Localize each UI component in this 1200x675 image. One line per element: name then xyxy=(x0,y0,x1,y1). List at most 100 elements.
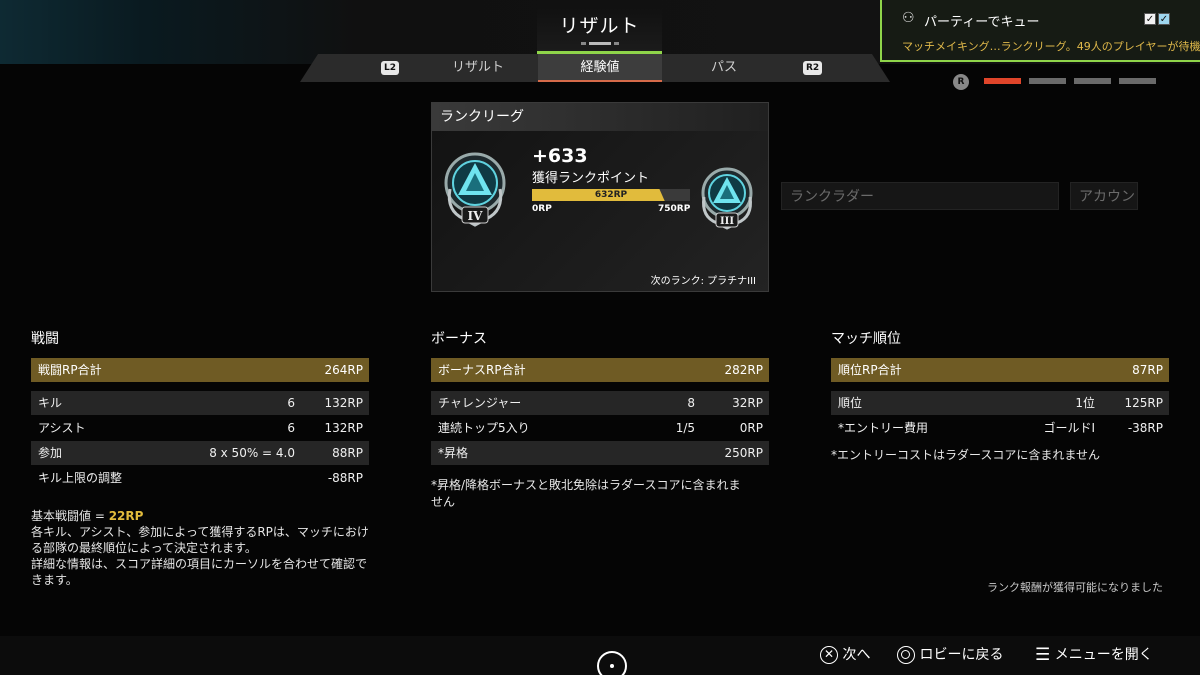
row-mid: 8 xyxy=(687,396,695,410)
rank-league-card[interactable]: ランクリーグ IV +633 獲得ランクポイント 632RP 0RP 750RP… xyxy=(431,102,769,292)
rank-progress-value: 632RP xyxy=(594,190,628,200)
tab-bar: L2 リザルト 経験値 パス R2 xyxy=(300,54,890,82)
combat-section: 戦闘 戦闘RP合計 264RP キル 6 132RP アシスト 6 132RP … xyxy=(31,328,369,490)
rank-badge-current-icon: IV xyxy=(444,152,506,227)
table-row[interactable]: 連続トップ5入り 1/5 0RP xyxy=(431,416,769,440)
row-value: 32RP xyxy=(732,396,763,410)
row-label: チャレンジャー xyxy=(438,396,522,410)
placement-total-value: 87RP xyxy=(1132,363,1163,377)
open-menu-button[interactable]: ☰ メニューを開く xyxy=(1035,645,1153,665)
row-value: 88RP xyxy=(332,446,363,460)
row-value: 125RP xyxy=(1124,396,1163,410)
table-row[interactable]: 順位 1位 125RP xyxy=(831,391,1169,415)
title-dash-center xyxy=(589,42,611,45)
pager-dot-3[interactable] xyxy=(1074,78,1111,84)
row-mid: ゴールドI xyxy=(1043,421,1095,435)
placement-title: マッチ順位 xyxy=(831,331,901,347)
combat-total-value: 264RP xyxy=(324,363,363,377)
next-tier-label: III xyxy=(720,216,734,227)
row-value: 250RP xyxy=(724,446,763,460)
l2-button-icon[interactable]: L2 xyxy=(381,61,399,75)
current-tier-label: IV xyxy=(468,209,484,223)
base-combat-label: 基本戦闘値 = xyxy=(31,509,109,523)
combat-desc-2: 詳細な情報は、スコア詳細の項目にカーソルを合わせて確認できます。 xyxy=(31,557,368,587)
tab-experience[interactable]: 経験値 xyxy=(538,54,662,82)
circle-button-icon xyxy=(897,646,915,664)
row-label: 参加 xyxy=(38,446,63,460)
account-panel[interactable]: アカウント xyxy=(1070,182,1138,210)
party-status: マッチメイキング…ランクリーグ。49人のプレイヤーが待機中 xyxy=(902,40,1200,53)
row-label: アシスト xyxy=(38,421,86,435)
return-lobby-label: ロビーに戻る xyxy=(919,647,1004,663)
combat-total-label: 戦闘RP合計 xyxy=(38,363,102,377)
placement-note: *エントリーコストはラダースコアに含まれません xyxy=(831,448,1101,462)
menu-icon: ☰ xyxy=(1035,645,1051,665)
row-mid: 6 xyxy=(287,396,295,410)
row-mid: 6 xyxy=(287,421,295,435)
rank-bar-min: 0RP xyxy=(532,204,552,214)
row-label: キル xyxy=(38,396,63,410)
bonus-note: *昇格/降格ボーナスと敗北免除はラダースコアに含まれません xyxy=(431,478,741,509)
r-button-icon[interactable]: R xyxy=(953,74,969,90)
placement-section: マッチ順位 順位RP合計 87RP 順位 1位 125RP *エントリー費用 ゴ… xyxy=(831,328,1169,464)
row-value: 0RP xyxy=(739,421,763,435)
row-label: *昇格 xyxy=(438,446,469,460)
r2-button-icon[interactable]: R2 xyxy=(803,61,823,75)
row-mid: 8 x 50% = 4.0 xyxy=(209,446,295,460)
table-row[interactable]: キル 6 132RP xyxy=(31,391,369,415)
pager-dot-4[interactable] xyxy=(1119,78,1156,84)
cross-button-icon: ✕ xyxy=(820,646,838,664)
rank-bar-max: 750RP xyxy=(658,204,691,214)
party-check-1-icon: ✓ xyxy=(1144,13,1156,25)
table-row[interactable]: *昇格 250RP xyxy=(431,441,769,465)
cursor-icon xyxy=(597,651,627,675)
party-title: パーティーでキュー xyxy=(924,15,1040,30)
row-label: *エントリー費用 xyxy=(838,421,929,435)
rank-ladder-panel[interactable]: ランクラダー xyxy=(781,182,1059,210)
base-combat-value: 22RP xyxy=(108,509,144,523)
table-row[interactable]: キル上限の調整 -88RP xyxy=(31,466,369,490)
row-value: 132RP xyxy=(324,421,363,435)
party-check-2-icon: ✓ xyxy=(1158,13,1170,25)
pager-dot-2[interactable] xyxy=(1029,78,1066,84)
bonus-total-row[interactable]: ボーナスRP合計 282RP xyxy=(431,358,769,382)
table-row[interactable]: アシスト 6 132RP xyxy=(31,416,369,440)
row-mid: 1/5 xyxy=(675,421,695,435)
rank-points-gained: +633 xyxy=(532,145,588,167)
bonus-section: ボーナス ボーナスRP合計 282RP チャレンジャー 8 32RP 連続トップ… xyxy=(431,328,769,511)
placement-total-label: 順位RP合計 xyxy=(838,363,902,377)
party-icon: ⚇ xyxy=(902,10,915,26)
rank-reward-notice: ランク報酬が獲得可能になりました xyxy=(987,581,1163,594)
row-value: -38RP xyxy=(1127,421,1163,435)
open-menu-label: メニューを開く xyxy=(1054,647,1153,663)
next-button[interactable]: ✕ 次へ xyxy=(820,645,870,665)
bonus-total-value: 282RP xyxy=(724,363,763,377)
next-label: 次へ xyxy=(842,647,871,663)
bonus-title: ボーナス xyxy=(431,331,487,347)
next-rank-text: 次のランク: プラチナIII xyxy=(650,276,756,287)
rank-points-label: 獲得ランクポイント xyxy=(532,171,650,186)
title-dash-right xyxy=(614,42,619,45)
rank-badge-next-icon: III xyxy=(701,167,753,230)
tab-pass[interactable]: パス xyxy=(662,54,786,82)
row-label: 連続トップ5入り xyxy=(438,421,530,435)
return-lobby-button[interactable]: ロビーに戻る xyxy=(897,645,1003,665)
placement-total-row[interactable]: 順位RP合計 87RP xyxy=(831,358,1169,382)
combat-title: 戦闘 xyxy=(31,331,59,347)
row-label: 順位 xyxy=(838,396,863,410)
rank-card-header: ランクリーグ xyxy=(432,103,768,131)
combat-total-row[interactable]: 戦闘RP合計 264RP xyxy=(31,358,369,382)
screen-title: リザルト xyxy=(537,8,662,54)
row-value: 132RP xyxy=(324,396,363,410)
table-row[interactable]: *エントリー費用 ゴールドI -38RP xyxy=(831,416,1169,440)
rank-progress-bar: 632RP xyxy=(532,189,690,201)
combat-description: 基本戦闘値 = 22RP 各キル、アシスト、参加によって獲得するRPは、マッチに… xyxy=(31,508,369,588)
table-row[interactable]: チャレンジャー 8 32RP xyxy=(431,391,769,415)
table-row[interactable]: 参加 8 x 50% = 4.0 88RP xyxy=(31,441,369,465)
pager-dot-1[interactable] xyxy=(984,78,1021,84)
row-value: -88RP xyxy=(327,471,363,485)
tab-result[interactable]: リザルト xyxy=(418,54,538,82)
row-mid: 1位 xyxy=(1075,396,1095,410)
party-queue-panel[interactable]: ⚇ パーティーでキュー ✓ ✓ マッチメイキング…ランクリーグ。49人のプレイヤ… xyxy=(880,0,1200,62)
title-dash-left xyxy=(581,42,586,45)
